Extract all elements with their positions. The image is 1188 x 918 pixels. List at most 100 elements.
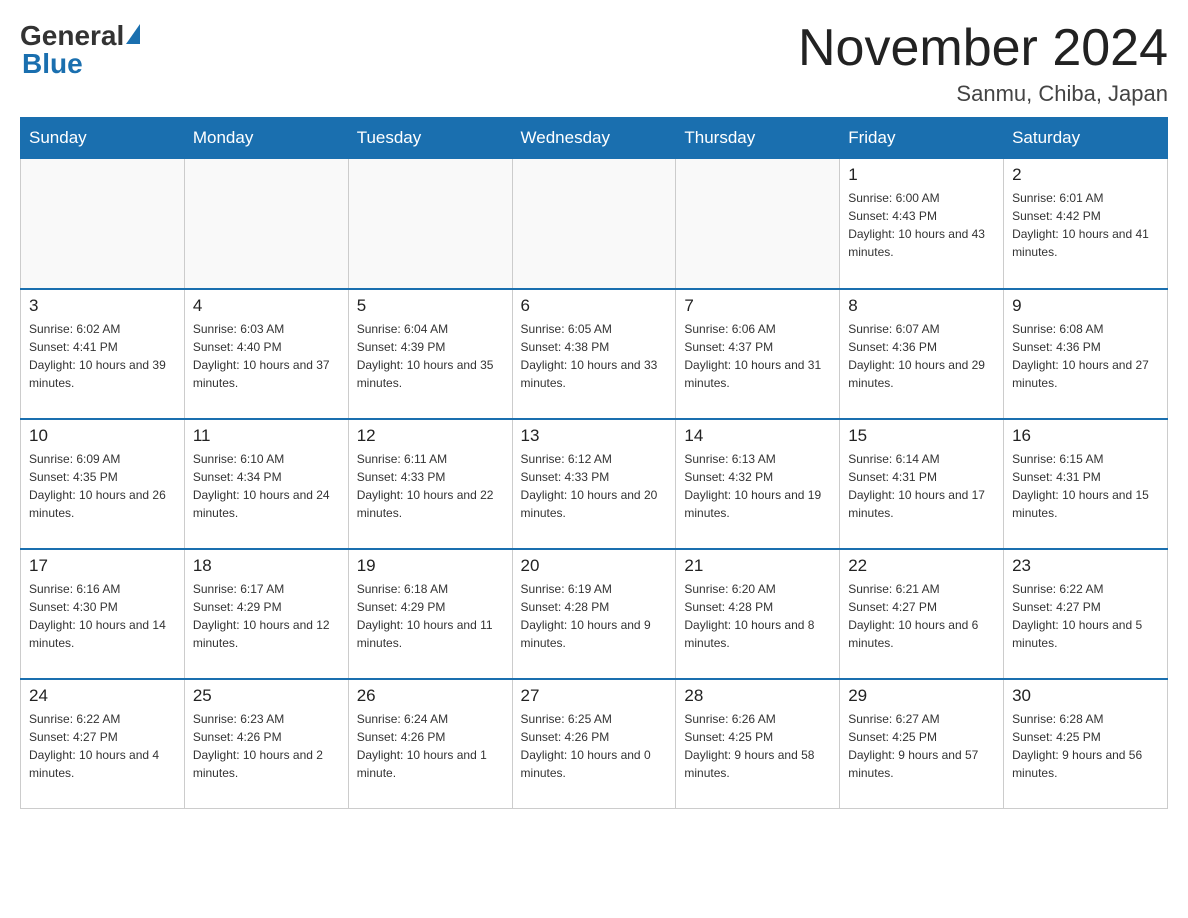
day-info: Sunrise: 6:18 AMSunset: 4:29 PMDaylight:… <box>357 580 504 652</box>
day-number: 19 <box>357 556 504 576</box>
day-cell <box>184 159 348 289</box>
day-info: Sunrise: 6:06 AMSunset: 4:37 PMDaylight:… <box>684 320 831 392</box>
day-cell: 1Sunrise: 6:00 AMSunset: 4:43 PMDaylight… <box>840 159 1004 289</box>
weekday-thursday: Thursday <box>676 118 840 159</box>
day-info: Sunrise: 6:00 AMSunset: 4:43 PMDaylight:… <box>848 189 995 261</box>
day-cell <box>21 159 185 289</box>
day-info: Sunrise: 6:10 AMSunset: 4:34 PMDaylight:… <box>193 450 340 522</box>
weekday-header-row: SundayMondayTuesdayWednesdayThursdayFrid… <box>21 118 1168 159</box>
week-row-4: 17 Sunrise: 6:16 AMSunset: 4:30 PMDayligh… <box>21 549 1168 679</box>
day-info: Sunrise: 6:12 AMSunset: 4:33 PMDaylight:… <box>521 450 668 522</box>
day-info: Sunrise: 6:19 AMSunset: 4:28 PMDaylight:… <box>521 580 668 652</box>
day-number: 6 <box>521 296 668 316</box>
day-info: Sunrise: 6:22 AMSunset: 4:27 PMDaylight:… <box>29 710 176 782</box>
day-info: Sunrise: 6:11 AMSunset: 4:33 PMDaylight:… <box>357 450 504 522</box>
day-info: Sunrise: 6:02 AMSunset: 4:41 PMDaylight:… <box>29 320 176 392</box>
day-cell: 9 Sunrise: 6:08 AMSunset: 4:36 PMDaylight… <box>1004 289 1168 419</box>
day-number: 23 <box>1012 556 1159 576</box>
day-number: 12 <box>357 426 504 446</box>
day-info: Sunrise: 6:05 AMSunset: 4:38 PMDaylight:… <box>521 320 668 392</box>
day-number: 20 <box>521 556 668 576</box>
day-number: 15 <box>848 426 995 446</box>
day-info: Sunrise: 6:24 AMSunset: 4:26 PMDaylight:… <box>357 710 504 782</box>
day-number: 10 <box>29 426 176 446</box>
day-number: 25 <box>193 686 340 706</box>
day-info: Sunrise: 6:26 AMSunset: 4:25 PMDaylight:… <box>684 710 831 782</box>
day-cell <box>348 159 512 289</box>
day-cell: 2Sunrise: 6:01 AMSunset: 4:42 PMDaylight… <box>1004 159 1168 289</box>
day-info: Sunrise: 6:25 AMSunset: 4:26 PMDaylight:… <box>521 710 668 782</box>
day-info: Sunrise: 6:27 AMSunset: 4:25 PMDaylight:… <box>848 710 995 782</box>
logo-triangle-icon <box>126 24 140 44</box>
day-info: Sunrise: 6:14 AMSunset: 4:31 PMDaylight:… <box>848 450 995 522</box>
day-cell: 29Sunrise: 6:27 AMSunset: 4:25 PMDayligh… <box>840 679 1004 809</box>
week-row-1: 1Sunrise: 6:00 AMSunset: 4:43 PMDaylight… <box>21 159 1168 289</box>
weekday-wednesday: Wednesday <box>512 118 676 159</box>
day-number: 22 <box>848 556 995 576</box>
day-cell <box>676 159 840 289</box>
day-number: 7 <box>684 296 831 316</box>
day-info: Sunrise: 6:07 AMSunset: 4:36 PMDaylight:… <box>848 320 995 392</box>
day-info: Sunrise: 6:21 AMSunset: 4:27 PMDaylight:… <box>848 580 995 652</box>
day-info: Sunrise: 6:28 AMSunset: 4:25 PMDaylight:… <box>1012 710 1159 782</box>
day-cell: 3 Sunrise: 6:02 AMSunset: 4:41 PMDaylight… <box>21 289 185 419</box>
weekday-monday: Monday <box>184 118 348 159</box>
day-cell: 8 Sunrise: 6:07 AMSunset: 4:36 PMDaylight… <box>840 289 1004 419</box>
day-cell: 10 Sunrise: 6:09 AMSunset: 4:35 PMDayligh… <box>21 419 185 549</box>
day-cell: 16 Sunrise: 6:15 AMSunset: 4:31 PMDayligh… <box>1004 419 1168 549</box>
day-info: Sunrise: 6:23 AMSunset: 4:26 PMDaylight:… <box>193 710 340 782</box>
day-number: 11 <box>193 426 340 446</box>
day-cell: 4 Sunrise: 6:03 AMSunset: 4:40 PMDaylight… <box>184 289 348 419</box>
day-cell: 18 Sunrise: 6:17 AMSunset: 4:29 PMDayligh… <box>184 549 348 679</box>
day-cell: 15 Sunrise: 6:14 AMSunset: 4:31 PMDayligh… <box>840 419 1004 549</box>
day-number: 21 <box>684 556 831 576</box>
day-cell: 28 Sunrise: 6:26 AMSunset: 4:25 PMDayligh… <box>676 679 840 809</box>
day-info: Sunrise: 6:22 AMSunset: 4:27 PMDaylight:… <box>1012 580 1159 652</box>
day-cell: 20 Sunrise: 6:19 AMSunset: 4:28 PMDayligh… <box>512 549 676 679</box>
day-info: Sunrise: 6:08 AMSunset: 4:36 PMDaylight:… <box>1012 320 1159 392</box>
day-cell: 17 Sunrise: 6:16 AMSunset: 4:30 PMDayligh… <box>21 549 185 679</box>
day-cell: 6 Sunrise: 6:05 AMSunset: 4:38 PMDaylight… <box>512 289 676 419</box>
day-info: Sunrise: 6:16 AMSunset: 4:30 PMDaylight:… <box>29 580 176 652</box>
day-number: 28 <box>684 686 831 706</box>
day-cell: 21 Sunrise: 6:20 AMSunset: 4:28 PMDayligh… <box>676 549 840 679</box>
day-info: Sunrise: 6:09 AMSunset: 4:35 PMDaylight:… <box>29 450 176 522</box>
day-cell <box>512 159 676 289</box>
week-row-5: 24Sunrise: 6:22 AMSunset: 4:27 PMDayligh… <box>21 679 1168 809</box>
day-info: Sunrise: 6:17 AMSunset: 4:29 PMDaylight:… <box>193 580 340 652</box>
day-number: 5 <box>357 296 504 316</box>
day-cell: 22 Sunrise: 6:21 AMSunset: 4:27 PMDayligh… <box>840 549 1004 679</box>
day-number: 26 <box>357 686 504 706</box>
day-info: Sunrise: 6:01 AMSunset: 4:42 PMDaylight:… <box>1012 189 1159 261</box>
day-number: 4 <box>193 296 340 316</box>
day-cell: 30Sunrise: 6:28 AMSunset: 4:25 PMDayligh… <box>1004 679 1168 809</box>
day-info: Sunrise: 6:03 AMSunset: 4:40 PMDaylight:… <box>193 320 340 392</box>
day-cell: 27 Sunrise: 6:25 AMSunset: 4:26 PMDayligh… <box>512 679 676 809</box>
logo: General Blue <box>20 20 142 80</box>
day-info: Sunrise: 6:20 AMSunset: 4:28 PMDaylight:… <box>684 580 831 652</box>
day-number: 14 <box>684 426 831 446</box>
location: Sanmu, Chiba, Japan <box>798 81 1168 107</box>
day-number: 13 <box>521 426 668 446</box>
day-number: 18 <box>193 556 340 576</box>
day-cell: 23 Sunrise: 6:22 AMSunset: 4:27 PMDayligh… <box>1004 549 1168 679</box>
day-number: 17 <box>29 556 176 576</box>
day-number: 3 <box>29 296 176 316</box>
day-number: 27 <box>521 686 668 706</box>
day-info: Sunrise: 6:15 AMSunset: 4:31 PMDaylight:… <box>1012 450 1159 522</box>
weekday-tuesday: Tuesday <box>348 118 512 159</box>
day-info: Sunrise: 6:13 AMSunset: 4:32 PMDaylight:… <box>684 450 831 522</box>
logo-blue: Blue <box>22 48 83 79</box>
day-number: 8 <box>848 296 995 316</box>
day-number: 16 <box>1012 426 1159 446</box>
day-info: Sunrise: 6:04 AMSunset: 4:39 PMDaylight:… <box>357 320 504 392</box>
weekday-sunday: Sunday <box>21 118 185 159</box>
week-row-2: 3 Sunrise: 6:02 AMSunset: 4:41 PMDaylight… <box>21 289 1168 419</box>
month-title: November 2024 <box>798 20 1168 77</box>
day-cell: 7 Sunrise: 6:06 AMSunset: 4:37 PMDaylight… <box>676 289 840 419</box>
day-cell: 11 Sunrise: 6:10 AMSunset: 4:34 PMDayligh… <box>184 419 348 549</box>
weekday-saturday: Saturday <box>1004 118 1168 159</box>
day-cell: 5 Sunrise: 6:04 AMSunset: 4:39 PMDaylight… <box>348 289 512 419</box>
day-number: 9 <box>1012 296 1159 316</box>
day-cell: 12 Sunrise: 6:11 AMSunset: 4:33 PMDayligh… <box>348 419 512 549</box>
